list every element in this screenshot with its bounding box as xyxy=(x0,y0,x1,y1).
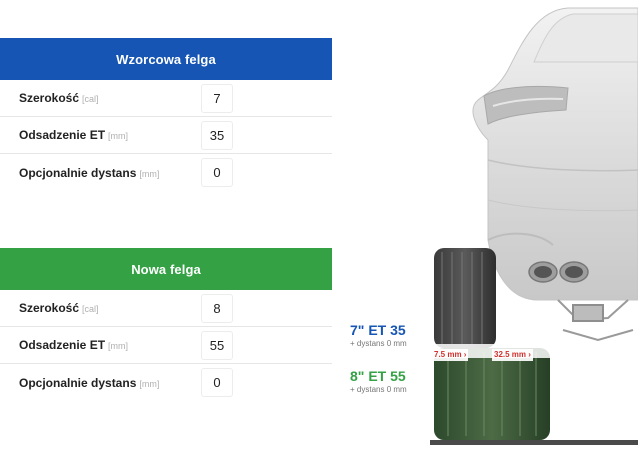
reference-spacer-note: + dystans 0 mm xyxy=(350,339,407,348)
reference-width-label-group: Szerokość [cal] xyxy=(19,89,99,107)
inner-difference-label: 7.5 mm › xyxy=(432,349,469,361)
reference-spacer-row: Opcjonalnie dystans [mm] 0 xyxy=(0,154,332,191)
new-width-unit: [cal] xyxy=(82,304,99,314)
new-width-label-group: Szerokość [cal] xyxy=(19,299,99,317)
new-offset-unit: [mm] xyxy=(108,341,129,351)
reference-spacer-label-group: Opcjonalnie dystans [mm] xyxy=(19,164,159,182)
new-rim-panel: Nowa felga Szerokość [cal] 8 Odsadzenie E… xyxy=(0,248,332,401)
new-spacer-input[interactable]: 0 xyxy=(201,368,233,397)
new-spec-label: 8" ET 55 xyxy=(350,368,406,384)
new-spacer-label-group: Opcjonalnie dystans [mm] xyxy=(19,374,159,392)
reference-offset-label: Odsadzenie ET xyxy=(19,128,106,142)
suspension-detail xyxy=(557,299,634,342)
new-spacer-unit: [mm] xyxy=(139,378,160,389)
reference-offset-unit: [mm] xyxy=(108,131,129,141)
reference-tire xyxy=(434,248,496,348)
new-offset-label: Odsadzenie ET xyxy=(19,338,106,352)
new-offset-row: Odsadzenie ET [mm] 55 xyxy=(0,327,332,364)
new-offset-input[interactable]: 55 xyxy=(201,330,233,360)
reference-offset-row: Odsadzenie ET [mm] 35 xyxy=(0,117,332,154)
new-offset-label-group: Odsadzenie ET [mm] xyxy=(19,336,128,354)
new-spacer-note: + dystans 0 mm xyxy=(350,385,407,394)
reference-width-input[interactable]: 7 xyxy=(201,83,233,113)
reference-spec-label: 7" ET 35 xyxy=(350,322,406,338)
reference-width-label: Szerokość xyxy=(19,91,80,105)
new-width-row: Szerokość [cal] 8 xyxy=(0,290,332,327)
reference-spacer-label: Opcjonalnie dystans xyxy=(19,165,137,180)
new-width-label: Szerokość xyxy=(19,301,80,315)
reference-rim-panel: Wzorcowa felga Szerokość [cal] 7 Odsadzen… xyxy=(0,38,332,191)
reference-spacer-unit: [mm] xyxy=(139,168,160,179)
new-width-input[interactable]: 8 xyxy=(201,293,233,323)
reference-offset-input[interactable]: 35 xyxy=(201,120,233,150)
new-tire xyxy=(434,348,550,440)
reference-width-row: Szerokość [cal] 7 xyxy=(0,80,332,117)
reference-rim-title: Wzorcowa felga xyxy=(0,38,332,80)
reference-spacer-input[interactable]: 0 xyxy=(201,158,233,187)
reference-spec-block: 7" ET 35 + dystans 0 mm xyxy=(350,322,407,348)
outer-difference-label: 32.5 mm › xyxy=(492,349,533,361)
new-spec-block: 8" ET 55 + dystans 0 mm xyxy=(350,368,407,394)
new-spacer-row: Opcjonalnie dystans [mm] 0 xyxy=(0,364,332,401)
new-spacer-label: Opcjonalnie dystans xyxy=(19,375,137,390)
reference-offset-label-group: Odsadzenie ET [mm] xyxy=(19,126,128,144)
new-rim-title: Nowa felga xyxy=(0,248,332,290)
reference-width-unit: [cal] xyxy=(82,94,99,104)
